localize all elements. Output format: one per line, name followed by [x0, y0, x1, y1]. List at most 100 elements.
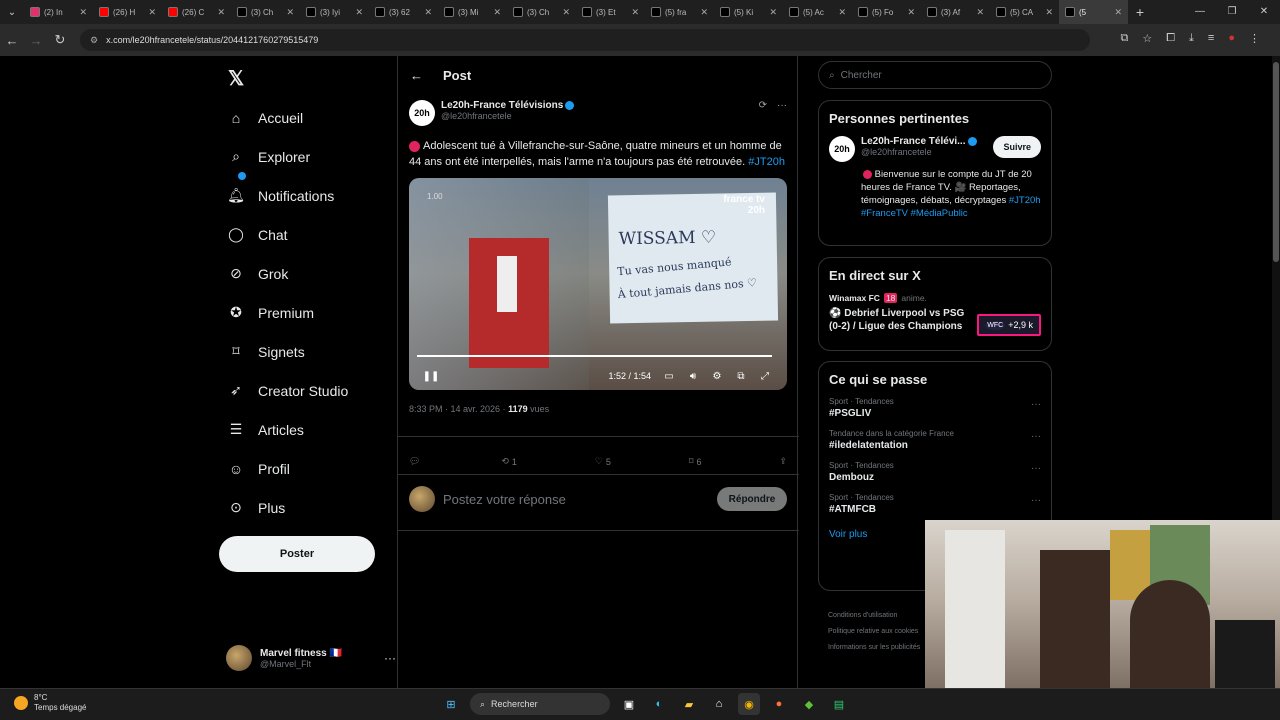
live-channel[interactable]: Winamax FC 18 anime. — [829, 293, 1041, 303]
trend-item[interactable]: Sport · Tendances Dembouz ··· — [829, 461, 1041, 483]
tab-close-icon[interactable]: ✕ — [1114, 7, 1122, 18]
bookmark-star-icon[interactable]: ☆ — [1142, 32, 1152, 45]
post-button[interactable]: Poster — [219, 536, 375, 572]
nav-item-explorer[interactable]: ⌕ Explorer — [216, 137, 398, 176]
trend-more-icon[interactable]: ··· — [1031, 431, 1041, 442]
tab-close-icon[interactable]: ✕ — [976, 7, 984, 18]
profile-icon[interactable]: ● — [1228, 32, 1235, 45]
back-icon[interactable]: ← — [0, 33, 24, 48]
new-tab-button[interactable]: + — [1128, 4, 1152, 20]
captions-icon[interactable]: ▭ — [657, 371, 681, 382]
account-switcher[interactable]: Marvel fitness 🇫🇷 @Marvel_Flt ··· — [226, 640, 396, 676]
tweet-hashtag[interactable]: #JT20h — [748, 156, 785, 168]
browser-tab[interactable]: (5) Ki ✕ — [714, 0, 783, 24]
footer-link[interactable]: Politique relative aux cookies — [828, 624, 920, 640]
nav-item-signets[interactable]: ⌑ Signets — [216, 332, 398, 371]
follow-button[interactable]: Suivre — [993, 136, 1041, 158]
tab-close-icon[interactable]: ✕ — [286, 7, 294, 18]
settings-icon[interactable]: ⚙ — [705, 371, 729, 382]
download-icon[interactable]: ⤓ — [1189, 32, 1194, 45]
chrome-icon[interactable]: ◉ — [738, 693, 760, 715]
firefox-icon[interactable]: ● — [768, 693, 790, 715]
browser-tab[interactable]: (3) 62 ✕ — [369, 0, 438, 24]
tab-close-icon[interactable]: ✕ — [838, 7, 846, 18]
nav-item-profil[interactable]: ☺ Profil — [216, 449, 398, 488]
nav-item-articles[interactable]: ☰ Articles — [216, 410, 398, 449]
browser-tab[interactable]: (2) In ✕ — [24, 0, 93, 24]
file-explorer-icon[interactable]: ▰ — [678, 693, 700, 715]
edge-icon[interactable]: ◐ — [648, 693, 670, 715]
tab-close-icon[interactable]: ✕ — [769, 7, 777, 18]
browser-tab[interactable]: (3) Ch ✕ — [231, 0, 300, 24]
tab-close-icon[interactable]: ✕ — [493, 7, 501, 18]
author-handle[interactable]: @le20hfrancetele — [441, 111, 574, 121]
task-view-icon[interactable]: ▣ — [618, 693, 640, 715]
bookmark-action[interactable]: ⌑ 6 — [689, 456, 702, 467]
browser-tab[interactable]: (5) CA ✕ — [990, 0, 1059, 24]
browser-tab[interactable]: (5) Ac ✕ — [783, 0, 852, 24]
windows-start-icon[interactable]: ⊞ — [440, 693, 462, 715]
close-window-button[interactable]: ✕ — [1248, 0, 1280, 24]
browser-tab[interactable]: (26) H ✕ — [93, 0, 162, 24]
grok-icon[interactable]: ⟳ — [759, 100, 767, 111]
site-info-icon[interactable]: ⚙ — [90, 35, 98, 46]
tweet-time[interactable]: 8:33 PM · 14 avr. 2026 · — [409, 404, 508, 414]
share-icon[interactable]: ⇪ — [779, 456, 787, 467]
video-progress-bar[interactable] — [417, 355, 772, 357]
media-icon[interactable]: ≡ — [1208, 32, 1214, 45]
volume-icon[interactable]: 🔊︎ — [681, 371, 705, 382]
trend-item[interactable]: Sport · Tendances #PSGLIV ··· — [829, 397, 1041, 419]
nav-item-notifications[interactable]: 🔔︎ Notifications — [216, 172, 398, 215]
forward-icon[interactable]: → — [24, 33, 48, 48]
tab-close-icon[interactable]: ✕ — [217, 7, 225, 18]
pip-icon[interactable]: ⧉ — [729, 371, 753, 382]
pause-icon[interactable]: ❚❚ — [419, 371, 443, 382]
browser-menu-icon[interactable]: ⋮ — [1249, 32, 1260, 45]
app-icon[interactable]: ▤ — [828, 693, 850, 715]
tab-close-icon[interactable]: ✕ — [631, 7, 639, 18]
trend-more-icon[interactable]: ··· — [1031, 463, 1041, 474]
nav-item-grok[interactable]: ⊘ Grok — [216, 254, 398, 293]
browser-tab[interactable]: (3) Ch ✕ — [507, 0, 576, 24]
trend-item[interactable]: Sport · Tendances #ATMFCB ··· — [829, 493, 1041, 515]
browser-tab[interactable]: (3) Af ✕ — [921, 0, 990, 24]
footer-link[interactable]: Informations sur les publicités — [828, 640, 920, 656]
nav-item-creator-studio[interactable]: ➶ Creator Studio — [216, 371, 398, 410]
tab-close-icon[interactable]: ✕ — [79, 7, 87, 18]
browser-tab[interactable]: (26) C ✕ — [162, 0, 231, 24]
browser-tab[interactable]: (5) fra ✕ — [645, 0, 714, 24]
nav-item-premium[interactable]: ✪ Premium — [216, 293, 398, 332]
more-icon[interactable]: ··· — [384, 651, 396, 665]
store-icon[interactable]: ⌂ — [708, 693, 730, 715]
repost-action[interactable]: ⟲ 1 — [501, 456, 517, 467]
reply-action[interactable]: 💬︎ — [409, 456, 423, 467]
back-arrow-icon[interactable]: ← — [410, 68, 423, 83]
maximize-button[interactable]: ❐ — [1216, 0, 1248, 24]
nav-item-accueil[interactable]: ⌂ Accueil — [216, 98, 398, 137]
fullscreen-icon[interactable]: ⤢ — [753, 371, 777, 382]
video-player[interactable]: 1.00 WISSAM ♡ Tu vas nous manqué À tout … — [409, 178, 787, 390]
reload-icon[interactable]: ↻ — [48, 32, 72, 48]
trend-item[interactable]: Tendance dans la catégorie France #iledel… — [829, 429, 1041, 451]
reply-input[interactable]: Postez votre réponse — [443, 492, 566, 507]
tab-close-icon[interactable]: ✕ — [562, 7, 570, 18]
browser-tab[interactable]: (5) Fo ✕ — [852, 0, 921, 24]
nav-item-chat[interactable]: ◯ Chat — [216, 215, 398, 254]
trend-more-icon[interactable]: ··· — [1031, 495, 1041, 506]
x-logo-icon[interactable]: 𝕏 — [228, 66, 244, 91]
install-icon[interactable]: ⧉ — [1121, 32, 1129, 45]
tab-close-icon[interactable]: ✕ — [1045, 7, 1053, 18]
weather-widget[interactable]: 8°C Temps dégagé — [14, 693, 86, 713]
nav-item-plus[interactable]: ⊙ Plus — [216, 488, 398, 527]
like-action[interactable]: ♡ 5 — [595, 456, 611, 467]
author-avatar[interactable]: 20h — [409, 100, 435, 126]
browser-tab[interactable]: (3) Et ✕ — [576, 0, 645, 24]
tab-close-icon[interactable]: ✕ — [700, 7, 708, 18]
trend-more-icon[interactable]: ··· — [1031, 399, 1041, 410]
browser-tab[interactable]: (3) Mi ✕ — [438, 0, 507, 24]
reply-button[interactable]: Répondre — [717, 487, 787, 511]
app-icon[interactable]: ◆ — [798, 693, 820, 715]
stream-title[interactable]: ⚽ Debrief Liverpool vs PSG (0-2) / Ligue… — [829, 307, 969, 333]
url-field[interactable]: ⚙ x.com/le20hfrancetele/status/204412176… — [80, 29, 1090, 51]
browser-tab[interactable]: (5 ✕ — [1059, 0, 1128, 24]
